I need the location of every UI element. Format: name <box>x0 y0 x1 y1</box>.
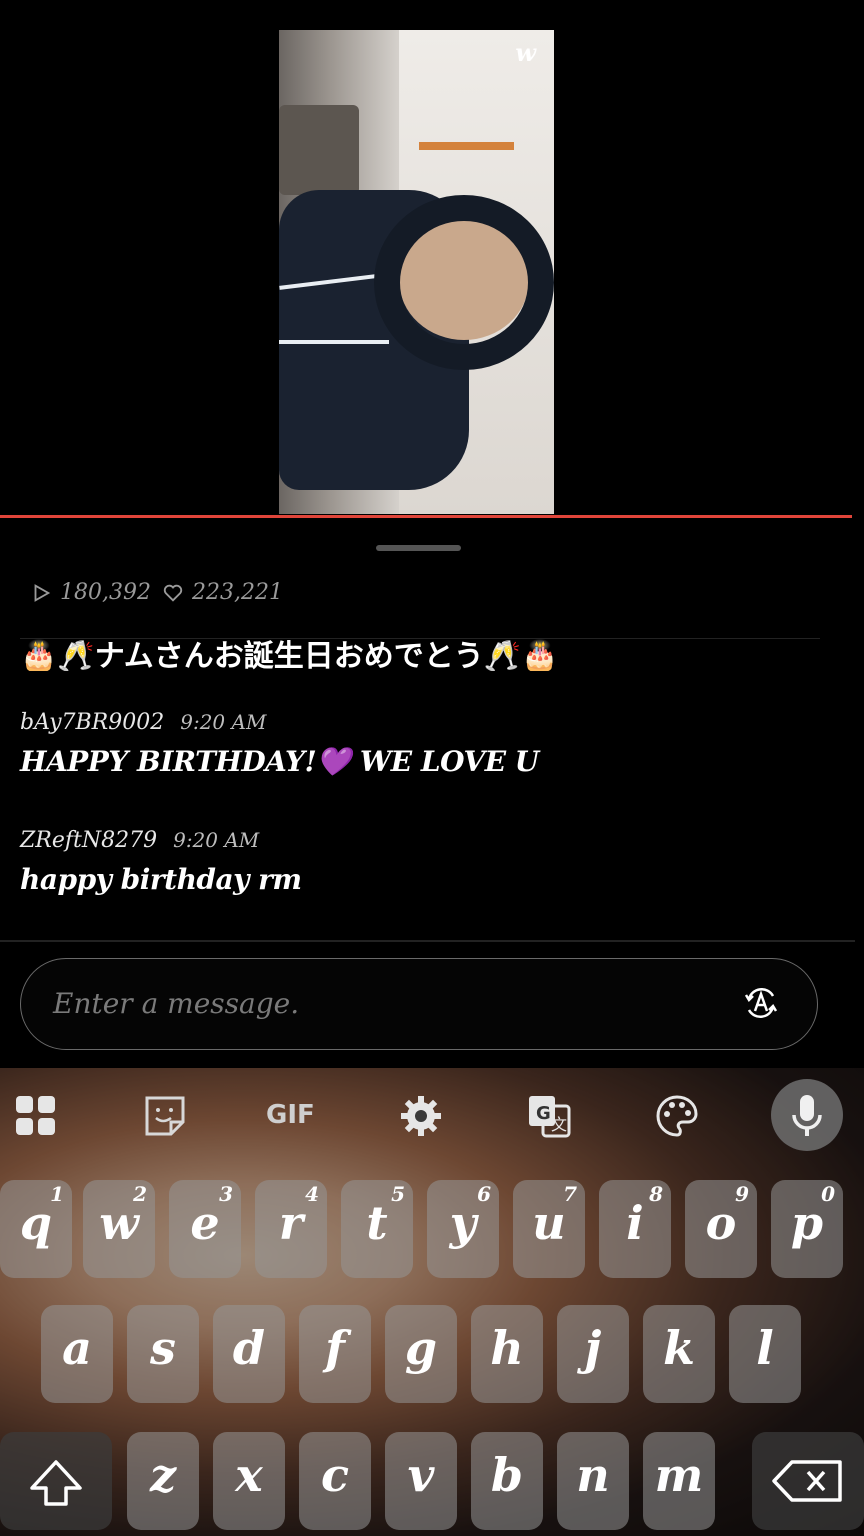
key-label: m <box>654 1448 704 1502</box>
translate-icon[interactable] <box>741 983 781 1023</box>
key-g[interactable]: g <box>385 1305 457 1403</box>
divider <box>0 940 855 942</box>
key-label: x <box>235 1448 263 1502</box>
key-c[interactable]: c <box>299 1432 371 1530</box>
key-w[interactable]: 2w <box>83 1180 155 1278</box>
key-label: b <box>490 1448 524 1502</box>
drag-handle[interactable] <box>376 545 461 551</box>
chat-message[interactable]: bAy7BR9002 9:20 AM HAPPY BIRTHDAY!💜 WE LO… <box>20 710 539 778</box>
video-background <box>279 105 359 195</box>
key-p[interactable]: 0p <box>771 1180 843 1278</box>
key-label: n <box>576 1448 610 1502</box>
palette-icon[interactable] <box>655 1094 699 1138</box>
key-label: o <box>705 1196 737 1250</box>
key-q[interactable]: 1q <box>0 1180 72 1278</box>
play-icon <box>34 583 51 602</box>
key-j[interactable]: j <box>557 1305 629 1403</box>
key-r[interactable]: 4r <box>255 1180 327 1278</box>
key-label: c <box>320 1448 349 1502</box>
key-label: q <box>19 1196 53 1250</box>
progress-line <box>0 515 852 518</box>
key-m[interactable]: m <box>643 1432 715 1530</box>
svg-text:G: G <box>536 1103 551 1124</box>
chat-message[interactable]: ZReftN8279 9:20 AM happy birthday rm <box>20 828 302 896</box>
play-count: 180,392 <box>30 580 151 605</box>
key-label: a <box>62 1321 92 1375</box>
message-input[interactable]: Enter a message. <box>20 958 818 1050</box>
play-count-value: 180,392 <box>60 580 151 605</box>
key-label: r <box>278 1196 304 1250</box>
key-label: k <box>663 1321 695 1375</box>
backspace-key[interactable] <box>752 1432 864 1530</box>
key-d[interactable]: d <box>213 1305 285 1403</box>
chat-username: ZReftN8279 <box>20 828 158 853</box>
video-person <box>374 195 554 370</box>
key-label: z <box>149 1448 177 1502</box>
key-label: y <box>449 1196 477 1250</box>
key-h[interactable]: h <box>471 1305 543 1403</box>
key-o[interactable]: 9o <box>685 1180 757 1278</box>
key-n[interactable]: n <box>557 1432 629 1530</box>
key-t[interactable]: 5t <box>341 1180 413 1278</box>
chat-message-text: 🎂🥂ナムさんお誕生日おめでとう🥂🎂 <box>20 639 559 671</box>
mic-icon <box>792 1095 822 1136</box>
chat-username: bAy7BR9002 <box>20 710 165 735</box>
apps-grid-icon[interactable] <box>14 1094 58 1138</box>
like-count: 223,221 <box>162 580 283 605</box>
chat-timestamp: 9:20 AM <box>180 710 267 734</box>
mic-button[interactable] <box>771 1079 843 1151</box>
key-y[interactable]: 6y <box>427 1180 499 1278</box>
key-k[interactable]: k <box>643 1305 715 1403</box>
shift-icon <box>30 1460 82 1506</box>
settings-icon[interactable] <box>399 1094 443 1138</box>
key-label: p <box>790 1196 824 1250</box>
key-s[interactable]: s <box>127 1305 199 1403</box>
key-f[interactable]: f <box>299 1305 371 1403</box>
key-label: h <box>490 1321 524 1375</box>
key-label: l <box>756 1321 774 1375</box>
video-background <box>419 142 514 150</box>
message-input-placeholder: Enter a message. <box>53 987 300 1020</box>
key-u[interactable]: 7u <box>513 1180 585 1278</box>
chat-message-text: happy birthday rm <box>20 863 302 896</box>
weverse-logo: w <box>515 38 536 67</box>
heart-icon <box>163 584 183 602</box>
video-person <box>279 340 389 344</box>
key-label: e <box>190 1196 220 1250</box>
key-label: f <box>325 1321 345 1375</box>
backspace-icon <box>772 1460 842 1502</box>
key-label: u <box>532 1196 566 1250</box>
sticker-icon[interactable] <box>143 1094 187 1138</box>
chat-message-partial: 🎂🥂ナムさんお誕生日おめでとう🥂🎂 <box>20 638 820 671</box>
live-video[interactable]: w <box>279 30 554 514</box>
key-b[interactable]: b <box>471 1432 543 1530</box>
google-translate-icon[interactable]: G 文 <box>527 1094 571 1138</box>
gif-icon[interactable]: GIF <box>266 1100 315 1130</box>
key-z[interactable]: z <box>127 1432 199 1530</box>
key-i[interactable]: 8i <box>599 1180 671 1278</box>
key-v[interactable]: v <box>385 1432 457 1530</box>
key-label: i <box>626 1196 644 1250</box>
shift-key[interactable] <box>0 1432 112 1530</box>
like-count-value: 223,221 <box>192 580 283 605</box>
key-label: w <box>99 1196 139 1250</box>
key-label: t <box>366 1196 388 1250</box>
key-label: j <box>584 1321 602 1375</box>
key-a[interactable]: a <box>41 1305 113 1403</box>
chat-timestamp: 9:20 AM <box>173 828 260 852</box>
chat-message-text: HAPPY BIRTHDAY!💜 WE LOVE U <box>20 745 539 778</box>
key-e[interactable]: 3e <box>169 1180 241 1278</box>
key-l[interactable]: l <box>729 1305 801 1403</box>
key-label: v <box>407 1448 435 1502</box>
key-label: s <box>150 1321 176 1375</box>
key-x[interactable]: x <box>213 1432 285 1530</box>
key-label: d <box>232 1321 266 1375</box>
key-label: g <box>404 1321 438 1375</box>
svg-text:文: 文 <box>551 1115 567 1134</box>
